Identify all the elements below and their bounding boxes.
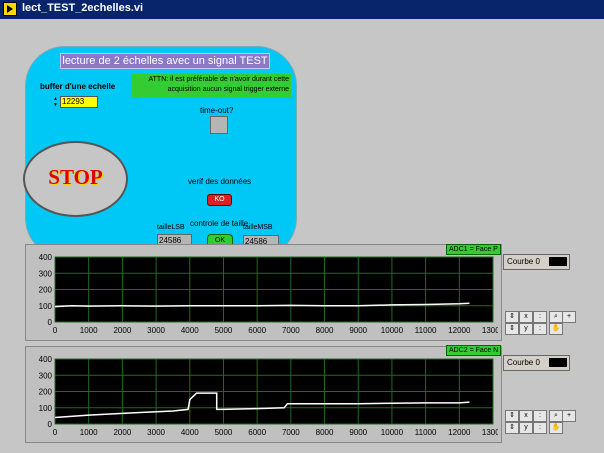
line-style-icon [549,358,567,367]
x-tick-label: 11000 [415,326,437,335]
y-tick-label: 0 [48,420,53,429]
graph2-legend: ADC2 = Face N [446,345,502,356]
attention-note: ATTN: il est préférable de n'avoir duran… [131,74,291,98]
buffer-input[interactable]: 12293 [60,96,98,108]
y-precision-icon[interactable]: : [533,323,547,335]
x-precision-icon[interactable]: : [533,410,547,422]
x-tick-label: 6000 [248,428,266,437]
cursor-icon[interactable]: + [562,311,576,323]
pan-icon[interactable]: ✋ [549,323,563,335]
buffer-label: buffer d'une echelle [40,82,116,91]
y-tick-label: 100 [39,302,53,311]
line-style-icon [549,257,567,266]
pan-icon[interactable]: ✋ [549,422,563,434]
x-tick-label: 8000 [316,326,334,335]
verif-label: verif des données [188,177,252,186]
stop-label: STOP [48,165,103,189]
x-tick-label: 7000 [282,326,300,335]
x-tick-label: 7000 [282,428,300,437]
graph2-courbe[interactable]: Courbe 0 [503,355,570,371]
graph1-plot[interactable]: 0 1000 2000 3000 4000 5000 6000 7000 8000 9000 100… [28,254,498,339]
x-tick-label: 3000 [147,428,165,437]
x-tick-label: 6000 [248,326,266,335]
y-scale-icon[interactable]: ⇕ [505,323,519,335]
verif-indicator: KO [207,194,232,206]
x-tick-label: 12000 [448,428,471,437]
y-tick-label: 400 [39,356,53,364]
y-tick-label: 100 [39,404,53,413]
labview-vi-icon [3,2,17,16]
controle-label: controle de taille [190,219,249,228]
y-format-icon[interactable]: y [519,422,533,434]
window-title: lect_TEST_2echelles.vi [22,2,144,14]
graph1-courbe-label: Courbe 0 [507,257,540,266]
y-scale-icon[interactable]: ⇕ [505,422,519,434]
y-tick-label: 200 [39,388,53,397]
x-tick-label: 4000 [181,428,199,437]
x-precision-icon[interactable]: : [533,311,547,323]
timeout-indicator [210,116,228,134]
x-scale-icon[interactable]: ⇕ [505,410,519,422]
graph2-plot[interactable]: 0 1000 2000 3000 4000 5000 6000 7000 8000 9000 100… [28,356,498,441]
x-tick-label: 10000 [381,428,404,437]
x-tick-label: 5000 [215,428,233,437]
x-tick-label: 5000 [215,326,233,335]
x-tick-label: 9000 [349,428,367,437]
graph1-courbe[interactable]: Courbe 0 [503,254,570,270]
x-format-icon[interactable]: x [519,410,533,422]
x-tick-label: 0 [53,428,58,437]
x-tick-label: 1000 [80,326,98,335]
x-tick-label: 3000 [147,326,165,335]
x-scale-icon[interactable]: ⇕ [505,311,519,323]
taille-msb-label: tailleMSB [243,224,273,231]
taille-lsb-label: tailleLSB [157,224,185,231]
y-tick-label: 300 [39,371,53,380]
front-panel: lecture de 2 échelles avec un signal TES… [0,19,604,453]
y-precision-icon[interactable]: : [533,422,547,434]
graph1-tools: ⇕ x : ⇕ y : ⌕ + ✋ [505,311,576,335]
zoom-icon[interactable]: ⌕ [549,311,563,323]
y-tick-label: 0 [48,318,53,327]
x-tick-label: 4000 [181,326,199,335]
x-tick-label: 13000 [482,428,498,437]
y-tick-label: 400 [39,254,53,262]
x-tick-label: 0 [53,326,58,335]
x-tick-label: 2000 [113,428,131,437]
timeout-label: time-out? [200,106,234,115]
x-tick-label: 9000 [349,326,367,335]
graph2-courbe-label: Courbe 0 [507,358,540,367]
increment-arrows-icon[interactable]: ▲ ▼ [53,96,59,108]
x-tick-label: 10000 [381,326,404,335]
x-tick-label: 13000 [482,326,498,335]
zoom-icon[interactable]: ⌕ [549,410,563,422]
x-tick-label: 8000 [316,428,334,437]
cursor-icon[interactable]: + [562,410,576,422]
title-bar: lect_TEST_2echelles.vi [0,0,604,20]
x-tick-label: 12000 [448,326,471,335]
x-tick-label: 11000 [415,428,437,437]
y-tick-label: 200 [39,286,53,295]
stop-button[interactable]: STOP [23,141,128,217]
graph2-tools: ⇕ x : ⇕ y : ⌕ + ✋ [505,410,576,434]
panel-title: lecture de 2 échelles avec un signal TES… [60,53,270,69]
x-tick-label: 1000 [80,428,98,437]
y-tick-label: 300 [39,269,53,278]
x-format-icon[interactable]: x [519,311,533,323]
x-tick-label: 2000 [113,326,131,335]
y-format-icon[interactable]: y [519,323,533,335]
